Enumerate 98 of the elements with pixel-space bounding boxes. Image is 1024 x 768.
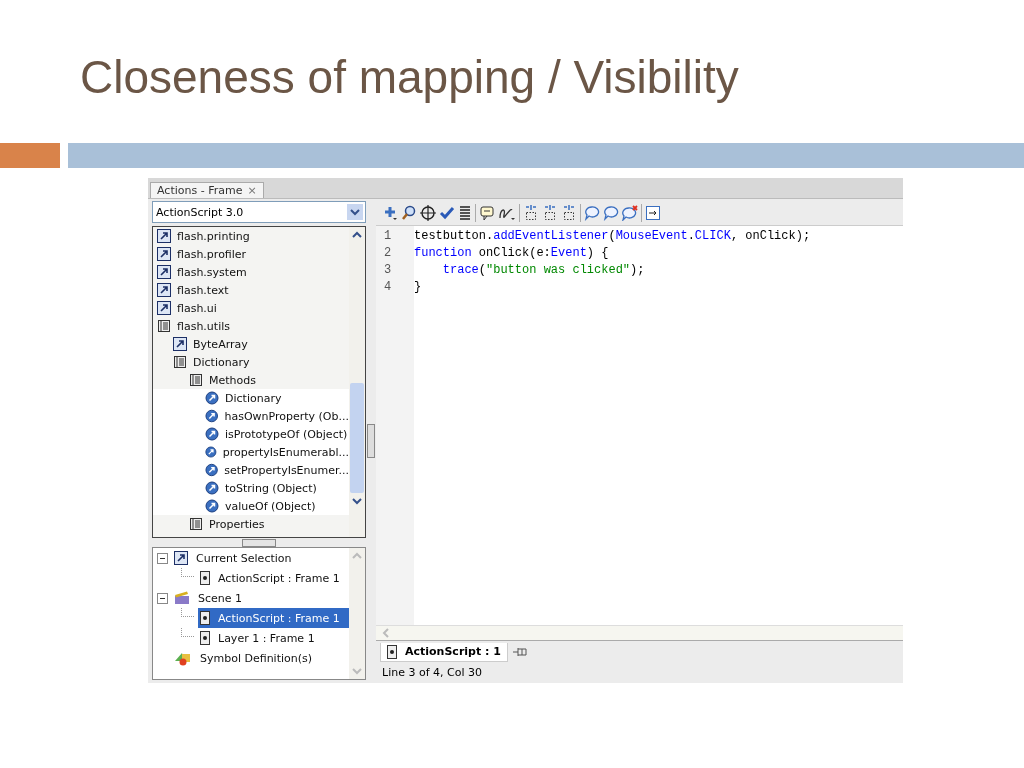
tree-item[interactable]: Dictionary <box>153 389 349 407</box>
comment-bubble-icon[interactable] <box>603 205 619 221</box>
arrow-circle-icon <box>205 391 219 405</box>
panel-tab[interactable]: Actions - Frame × <box>150 182 264 198</box>
collapse-toggle[interactable] <box>157 592 168 604</box>
add-icon[interactable] <box>382 205 398 221</box>
line-number: 4 <box>383 280 393 296</box>
tree-item-label: flash.ui <box>177 301 217 315</box>
brace-icon[interactable] <box>523 205 539 221</box>
tree-item-label: flash.utils <box>177 319 230 333</box>
arrow-circle-icon <box>205 427 219 441</box>
book-icon <box>173 355 187 369</box>
navigator-item[interactable]: Current Selection <box>172 548 349 568</box>
tree-item[interactable]: propertyIsEnumerabl... <box>153 443 349 461</box>
navigator-item[interactable]: Symbol Definition(s) <box>172 648 349 668</box>
frame-icon <box>200 631 210 645</box>
navigator-item[interactable]: Scene 1 <box>172 588 349 608</box>
book-icon <box>189 517 203 531</box>
arrow-circle-icon <box>205 463 219 477</box>
brace-icon[interactable] <box>561 205 577 221</box>
arrow-square-icon <box>174 551 188 565</box>
tree-item[interactable]: Methods <box>153 371 349 389</box>
tree-item-label: setPropertyIsEnumer... <box>224 463 349 477</box>
tree-item[interactable]: flash.profiler <box>153 245 349 263</box>
tree-item[interactable]: flash.system <box>153 263 349 281</box>
tree-item[interactable]: toString (Object) <box>153 479 349 497</box>
tree-item-label: isPrototypeOf (Object) <box>225 427 348 441</box>
code-line: testbutton.addEventListener(MouseEvent.CLICK, onClick); <box>414 229 811 245</box>
tree-item-label: Methods <box>209 373 256 387</box>
tree-item[interactable]: flash.printing <box>153 227 349 245</box>
navigator-item[interactable]: Layer 1 : Frame 1 <box>198 628 349 648</box>
collapse-handle[interactable] <box>367 424 375 458</box>
arrow-circle-icon <box>205 499 219 513</box>
tree-item-label: Dictionary <box>193 355 250 369</box>
tree-item[interactable]: isPrototypeOf (Object) <box>153 425 349 443</box>
close-icon[interactable]: × <box>247 184 257 197</box>
tree-item[interactable]: valueOf (Object) <box>153 497 349 515</box>
script-tab[interactable]: ActionScript : 1 <box>380 642 508 662</box>
book-icon <box>157 319 171 333</box>
search-icon[interactable] <box>401 205 417 221</box>
navigator-item[interactable]: ActionScript : Frame 1 <box>198 568 349 588</box>
checkmark-icon[interactable] <box>439 205 455 221</box>
slide-title: Closeness of mapping / Visibility <box>80 50 739 105</box>
status-bar-text: Line 3 of 4, Col 30 <box>381 665 483 681</box>
code-line: function onClick(e:Event) { <box>414 246 609 262</box>
clapperboard-icon <box>174 591 190 605</box>
accent-bar <box>0 143 60 168</box>
language-dropdown[interactable]: ActionScript 3.0 <box>152 201 366 223</box>
tree-item-label: ByteArray <box>193 337 248 351</box>
arrow-square-icon <box>157 301 171 315</box>
comment-bubble-icon[interactable] <box>584 205 600 221</box>
frame-icon <box>200 611 210 625</box>
text-lines-icon[interactable] <box>458 205 472 221</box>
arrow-square-icon <box>173 337 187 351</box>
tree-item-label: flash.profiler <box>177 247 247 261</box>
arrow-square-icon <box>157 229 171 243</box>
crosshair-icon[interactable] <box>420 205 436 221</box>
line-number: 3 <box>383 263 393 279</box>
collapse-toggle[interactable] <box>157 552 168 564</box>
tree-item-label: flash.printing <box>177 229 250 243</box>
tree-item-label: toString (Object) <box>225 481 317 495</box>
book-icon <box>189 373 203 387</box>
splitter-handle[interactable] <box>242 538 276 547</box>
tree-item[interactable]: hasOwnProperty (Ob... <box>153 407 349 425</box>
tree-item[interactable]: flash.ui <box>153 299 349 317</box>
brace-icon[interactable] <box>542 205 558 221</box>
tree-item[interactable]: flash.text <box>153 281 349 299</box>
line-number: 1 <box>383 229 393 245</box>
tree-item[interactable]: setPropertyIsEnumer... <box>153 461 349 479</box>
tree-item-label: Dictionary <box>225 391 282 405</box>
tree-item-label: propertyIsEnumerabl... <box>222 445 349 459</box>
scrollbar[interactable] <box>376 625 903 640</box>
code-line: } <box>414 280 422 296</box>
navigator-item[interactable]: ActionScript : Frame 1 <box>198 608 349 628</box>
tree-item-label: flash.system <box>177 265 247 279</box>
frame-icon <box>200 571 210 585</box>
tree-item[interactable]: ByteArray <box>153 335 349 353</box>
arrow-square-icon <box>157 247 171 261</box>
remove-comment-icon[interactable] <box>622 205 638 221</box>
line-number: 2 <box>383 246 393 262</box>
code-line: trace("button was clicked"); <box>441 263 645 279</box>
tree-item-label: hasOwnProperty (Ob... <box>224 409 349 423</box>
tree-item[interactable]: Dictionary <box>153 353 349 371</box>
pin-icon[interactable] <box>511 645 528 659</box>
arrow-circle-icon <box>205 481 219 495</box>
speech-bubble-icon[interactable] <box>479 205 495 221</box>
frame-icon <box>387 644 397 659</box>
tree-item[interactable]: Properties <box>153 515 349 533</box>
arrow-circle-icon <box>205 409 219 423</box>
arrow-square-icon <box>157 265 171 279</box>
tree-item[interactable]: flash.utils <box>153 317 349 335</box>
scrollbar[interactable] <box>349 227 365 537</box>
arrow-square-icon <box>157 283 171 297</box>
tree-item-label: valueOf (Object) <box>225 499 316 513</box>
tree-item-label: flash.text <box>177 283 229 297</box>
code-editor[interactable]: 1 testbutton.addEventListener(MouseEvent.CLICK, onClick); 2 function onClick(e:Event) { 3 trace("button was clicked"); 4 } <box>376 226 903 625</box>
arrow-circle-icon <box>205 445 217 459</box>
tree-item-label: Properties <box>209 517 265 531</box>
